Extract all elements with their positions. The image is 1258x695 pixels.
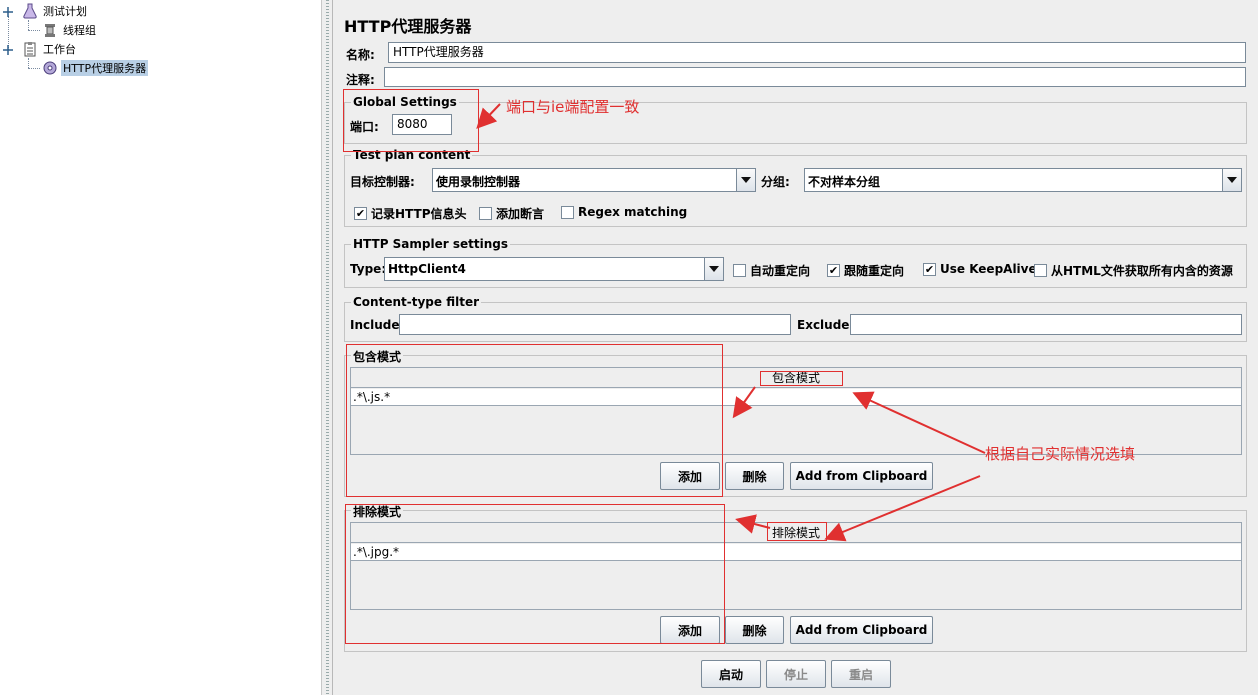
tree-item-label: HTTP代理服务器 [61, 60, 149, 76]
add-assertions-checkbox[interactable]: 添加断言 [479, 205, 544, 222]
grouping-select[interactable]: 不对样本分组 [804, 168, 1242, 192]
splitter-grip [326, 0, 329, 695]
chevron-down-icon[interactable] [1222, 169, 1241, 191]
exclude-label: Exclude: [797, 318, 855, 332]
tree-item-label: 测试计划 [43, 5, 87, 18]
keepalive-checkbox[interactable]: ✔ Use KeepAlive [923, 262, 1037, 276]
include-label: Include: [350, 318, 405, 332]
grouping-value: 不对样本分组 [808, 175, 881, 189]
target-controller-value: 使用录制控制器 [436, 175, 521, 189]
test-plan-tree[interactable]: 测试计划 线程组 工作台 HTTP代理服务器 [0, 0, 321, 695]
clipboard-icon [22, 41, 38, 57]
annotation-port-note: 端口与ie端配置一致 [506, 98, 640, 116]
checkbox-box [733, 264, 746, 277]
embedded-resources-label: 从HTML文件获取所有内含的资源 [1051, 264, 1233, 278]
sampler-type-value: HttpClient4 [388, 262, 466, 276]
annotation-box-exclude-header [767, 522, 827, 541]
global-settings-group [344, 102, 1247, 144]
checkbox-box [1034, 264, 1047, 277]
grouping-label: 分组: [761, 175, 790, 189]
annotation-patterns-note: 根据自己实际情况选填 [985, 445, 1136, 463]
exclude-add-from-clipboard-button[interactable]: Add from Clipboard [790, 616, 933, 644]
follow-redirect-checkbox[interactable]: ✔ 跟随重定向 [827, 262, 904, 279]
add-assertions-label: 添加断言 [496, 207, 545, 221]
expand-toggle-icon[interactable] [3, 44, 13, 55]
restart-button[interactable]: 重启 [831, 660, 891, 688]
annotation-box-global-settings [343, 89, 479, 152]
type-label: Type: [350, 262, 387, 276]
stop-button[interactable]: 停止 [766, 660, 826, 688]
follow-redirect-label: 跟随重定向 [844, 264, 905, 278]
tree-item-workbench[interactable]: 工作台 [22, 40, 78, 58]
keepalive-label: Use KeepAlive [940, 262, 1037, 276]
checkbox-box [479, 207, 492, 220]
name-input[interactable]: HTTP代理服务器 [388, 42, 1246, 63]
exclude-input[interactable] [850, 314, 1242, 335]
content-type-filter-title: Content-type filter [351, 295, 481, 309]
target-controller-select[interactable]: 使用录制控制器 [432, 168, 756, 192]
expand-toggle-icon[interactable] [3, 6, 13, 17]
include-input[interactable] [399, 314, 791, 335]
regex-matching-checkbox[interactable]: Regex matching [561, 205, 687, 219]
spool-icon [42, 22, 58, 38]
tree-item-label: 工作台 [43, 43, 76, 56]
tree-item-http-proxy[interactable]: HTTP代理服务器 [42, 59, 149, 77]
regex-matching-label: Regex matching [578, 205, 688, 219]
tree-connector [28, 20, 29, 30]
comment-input[interactable] [384, 67, 1246, 87]
checkbox-box [561, 205, 574, 219]
sampler-type-select[interactable]: HttpClient4 [384, 257, 724, 281]
record-headers-label: 记录HTTP信息头 [371, 207, 467, 221]
chevron-down-icon[interactable] [704, 258, 723, 280]
checkmark-icon: ✔ [354, 207, 367, 220]
embedded-resources-checkbox[interactable]: 从HTML文件获取所有内含的资源 [1034, 262, 1233, 279]
tree-item-test-plan[interactable]: 测试计划 [22, 2, 89, 20]
auto-redirect-label: 自动重定向 [750, 264, 811, 278]
tree-connector [28, 68, 40, 69]
name-label: 名称: [346, 48, 375, 62]
include-delete-button[interactable]: 删除 [725, 462, 784, 490]
chevron-down-icon[interactable] [736, 169, 755, 191]
annotation-box-include-patterns [346, 344, 723, 497]
auto-redirect-checkbox[interactable]: 自动重定向 [733, 262, 810, 279]
target-controller-label: 目标控制器: [350, 175, 415, 189]
tree-item-label: 线程组 [63, 24, 96, 37]
tree-item-thread-group[interactable]: 线程组 [42, 21, 98, 39]
comment-label: 注释: [346, 73, 375, 87]
include-add-from-clipboard-button[interactable]: Add from Clipboard [790, 462, 933, 490]
proxy-gear-icon [42, 60, 58, 76]
annotation-box-exclude-patterns [345, 504, 725, 644]
tree-connector [28, 30, 40, 31]
page-title: HTTP代理服务器 [344, 17, 472, 36]
record-headers-checkbox[interactable]: ✔ 记录HTTP信息头 [354, 205, 467, 222]
start-button[interactable]: 启动 [701, 660, 761, 688]
annotation-box-include-header [760, 371, 843, 386]
tree-connector [28, 58, 29, 68]
sampler-settings-title: HTTP Sampler settings [351, 237, 510, 251]
panel-splitter[interactable] [321, 0, 333, 695]
exclude-delete-button[interactable]: 删除 [725, 616, 784, 644]
flask-icon [22, 3, 38, 19]
checkmark-icon: ✔ [923, 262, 936, 276]
checkmark-icon: ✔ [827, 264, 840, 277]
